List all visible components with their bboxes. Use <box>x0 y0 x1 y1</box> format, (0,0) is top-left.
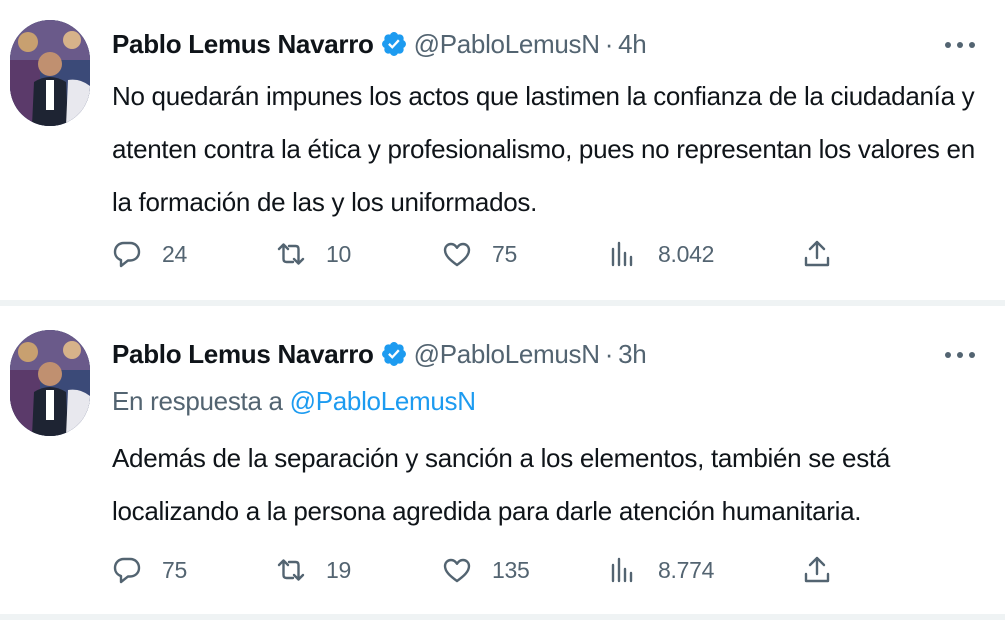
tweet-text: No quedarán impunes los actos que lastim… <box>112 81 975 217</box>
reply-prefix: En respuesta a <box>112 386 290 416</box>
retweet-count: 19 <box>326 556 351 583</box>
reply-icon <box>113 557 141 584</box>
views-icon <box>611 241 633 267</box>
reply-handle-link[interactable]: @PabloLemusN <box>290 386 476 416</box>
reply-count: 75 <box>162 556 187 583</box>
share-icon <box>804 556 830 583</box>
tweet[interactable]: Pablo Lemus Navarro @PabloLemusN · 3h En… <box>0 306 1005 614</box>
views-icon <box>611 557 633 583</box>
author-handle[interactable]: @PabloLemusN <box>414 339 600 370</box>
share-icon <box>804 240 830 267</box>
retweet-icon <box>277 559 305 581</box>
tweet-header: Pablo Lemus Navarro @PabloLemusN · 4h <box>112 24 647 64</box>
tweet[interactable]: Pablo Lemus Navarro @PabloLemusN · 4h No… <box>0 0 1005 300</box>
timestamp[interactable]: 4h <box>618 29 647 60</box>
separator-dot: · <box>604 28 614 59</box>
author-name[interactable]: Pablo Lemus Navarro <box>112 339 374 370</box>
reply-context: En respuesta a @PabloLemusN <box>112 386 476 417</box>
like-count: 135 <box>492 556 530 583</box>
views-count: 8.042 <box>658 240 715 267</box>
reply-count: 24 <box>162 240 187 267</box>
reply-icon <box>113 241 141 268</box>
author-name[interactable]: Pablo Lemus Navarro <box>112 29 374 60</box>
like-count: 75 <box>492 240 517 267</box>
retweet-button[interactable]: 10 <box>276 234 351 274</box>
views-count: 8.774 <box>658 556 715 583</box>
tweet-divider <box>0 614 1005 620</box>
tweet-header: Pablo Lemus Navarro @PabloLemusN · 3h <box>112 334 647 374</box>
more-icon[interactable] <box>945 30 975 60</box>
reply-button[interactable]: 75 <box>112 550 187 590</box>
author-handle[interactable]: @PabloLemusN <box>414 29 600 60</box>
like-icon <box>443 242 471 267</box>
avatar[interactable] <box>10 20 90 126</box>
like-icon <box>443 558 471 583</box>
share-button[interactable] <box>802 550 832 590</box>
reply-button[interactable]: 24 <box>112 234 187 274</box>
verified-badge-icon <box>381 342 406 366</box>
verified-badge-icon <box>381 32 406 56</box>
more-icon[interactable] <box>945 340 975 370</box>
like-button[interactable]: 135 <box>442 550 530 590</box>
retweet-count: 10 <box>326 240 351 267</box>
timestamp[interactable]: 3h <box>618 339 647 370</box>
retweet-icon <box>277 243 305 265</box>
avatar[interactable] <box>10 330 90 436</box>
separator-dot: · <box>604 338 614 369</box>
share-button[interactable] <box>802 234 832 274</box>
retweet-button[interactable]: 19 <box>276 550 351 590</box>
views-button[interactable]: 8.042 <box>608 234 714 274</box>
views-button[interactable]: 8.774 <box>608 550 714 590</box>
like-button[interactable]: 75 <box>442 234 517 274</box>
tweet-text: Además de la separación y sanción a los … <box>112 443 890 526</box>
